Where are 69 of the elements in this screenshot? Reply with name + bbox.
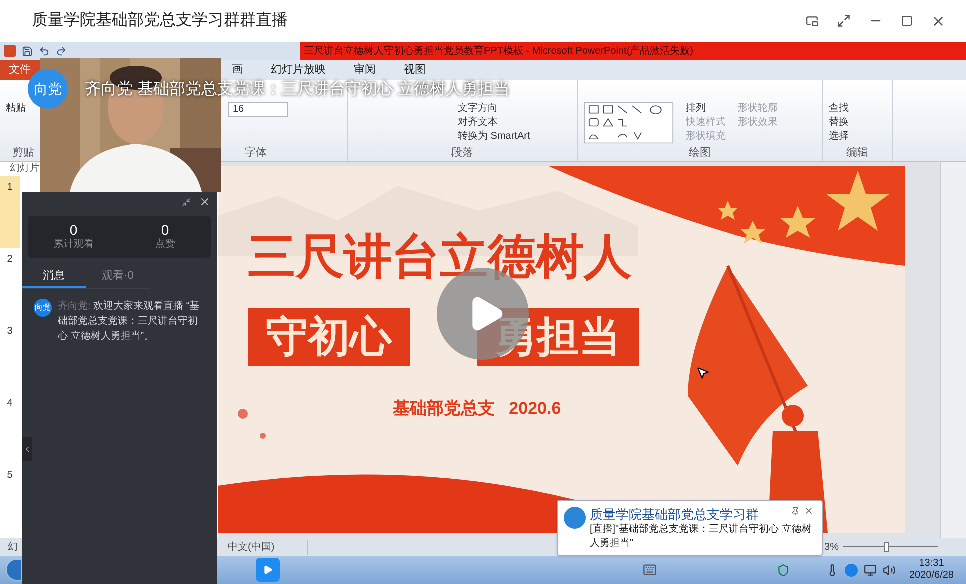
redo-icon[interactable]	[56, 46, 67, 56]
ribbon-command[interactable]: 对齐文本	[458, 116, 530, 129]
stat-value: 0	[70, 222, 78, 238]
ribbon-tab[interactable]: 审阅	[340, 60, 390, 80]
slide-title: 三尺讲台立德树人	[248, 230, 632, 286]
slide-thumbnail-number[interactable]: 3	[0, 320, 20, 392]
chat-tab[interactable]: 观看·0	[86, 266, 150, 288]
zoom-thumb[interactable]	[884, 542, 888, 552]
stat-label: 累计观看	[54, 238, 94, 252]
save-icon[interactable]	[22, 46, 33, 56]
chat-message: 齐向党: 欢迎大家来观看直播 “基础部党总支党课：三尺讲台守初心 立德树人勇担当”。	[58, 300, 201, 344]
undo-icon[interactable]	[39, 46, 50, 56]
tv-app-icon[interactable]	[256, 558, 280, 582]
ribbon-command[interactable]: 文字方向	[458, 102, 530, 115]
pin-icon[interactable]	[791, 507, 800, 516]
close-icon[interactable]	[199, 196, 211, 208]
ribbon-group-label: 绘图	[688, 146, 712, 161]
chat-tab[interactable]: 消息	[22, 266, 86, 288]
cursor-icon	[696, 366, 710, 380]
ribbon-group-label: 字体	[244, 146, 268, 161]
zoom-level: 3%	[824, 540, 839, 554]
ribbon-group-label: 段落	[450, 146, 474, 161]
language-status: 中文(中国)	[228, 540, 308, 554]
ribbon-tab[interactable]: 视图	[390, 60, 440, 80]
ribbon-group-label: 剪贴	[12, 146, 36, 161]
clock-date[interactable]: 2020/6/28	[910, 570, 954, 582]
expand-icon[interactable]	[837, 14, 851, 28]
ribbon-command[interactable]: 查找	[829, 102, 849, 115]
slide-thumbnail-number[interactable]: 5	[0, 464, 20, 536]
start-icon[interactable]	[6, 559, 22, 581]
ribbon-command[interactable]: 转换为 SmartArt	[458, 130, 530, 143]
app-logo-icon	[564, 507, 586, 529]
window-title: 质量学院基础部党总支学习群群直播	[32, 10, 288, 31]
clock-time[interactable]: 13:31	[919, 558, 944, 570]
avatar: 向党	[34, 299, 52, 317]
network-icon[interactable]	[864, 564, 876, 576]
ribbon-command[interactable]: 粘贴	[6, 102, 26, 115]
picture-in-picture-icon[interactable]	[806, 14, 819, 28]
slide-thumbnail-number[interactable]: 4	[0, 392, 20, 464]
slide-thumbnail-number[interactable]: 1	[0, 176, 20, 248]
volume-icon[interactable]	[882, 564, 896, 576]
slide-footer: 基础部党总支 2020.6	[393, 396, 562, 422]
close-icon[interactable]	[804, 506, 814, 516]
notification-title: 质量学院基础部党总支学习群	[590, 507, 759, 523]
notification-body: [直播]"基础部党总支党课：三尺讲台守初心 立德树人勇担当"	[590, 523, 813, 551]
slide-thumbnail-number[interactable]: 2	[0, 248, 20, 320]
ribbon-command[interactable]: 排列	[686, 102, 726, 115]
shrink-icon[interactable]	[182, 198, 191, 206]
ribbon-tab[interactable]: 幻灯片放映	[257, 60, 340, 80]
stat-label: 点赞	[155, 238, 176, 252]
stat-value: 0	[161, 222, 170, 238]
maximize-icon[interactable]	[901, 15, 913, 27]
zoom-slider[interactable]	[843, 542, 938, 552]
keyboard-icon[interactable]	[642, 563, 656, 577]
collapse-handle[interactable]	[22, 437, 32, 461]
slide-tag: 守初心	[248, 308, 410, 366]
document-title: 三尺讲台立德树人守初心勇担当党员教育PPT模板 - Microsoft PowerPoint(产品激活失败)	[304, 44, 694, 58]
app-logo-icon	[4, 45, 16, 57]
ribbon-command[interactable]: 16	[228, 102, 288, 117]
shapes-gallery-icon[interactable]	[584, 102, 674, 144]
ribbon-command[interactable]: 选择	[829, 130, 849, 143]
pane-label: 幻灯片	[9, 162, 41, 176]
status-text: 幻	[7, 540, 19, 554]
shield-icon[interactable]	[776, 564, 790, 576]
ribbon-tab[interactable]: 画	[218, 60, 257, 80]
scrollbar[interactable]	[940, 162, 966, 538]
file-tab[interactable]: 文件	[0, 60, 40, 80]
ribbon-group-label: 编辑	[846, 146, 870, 161]
ribbon-command[interactable]: 替换	[829, 116, 849, 129]
